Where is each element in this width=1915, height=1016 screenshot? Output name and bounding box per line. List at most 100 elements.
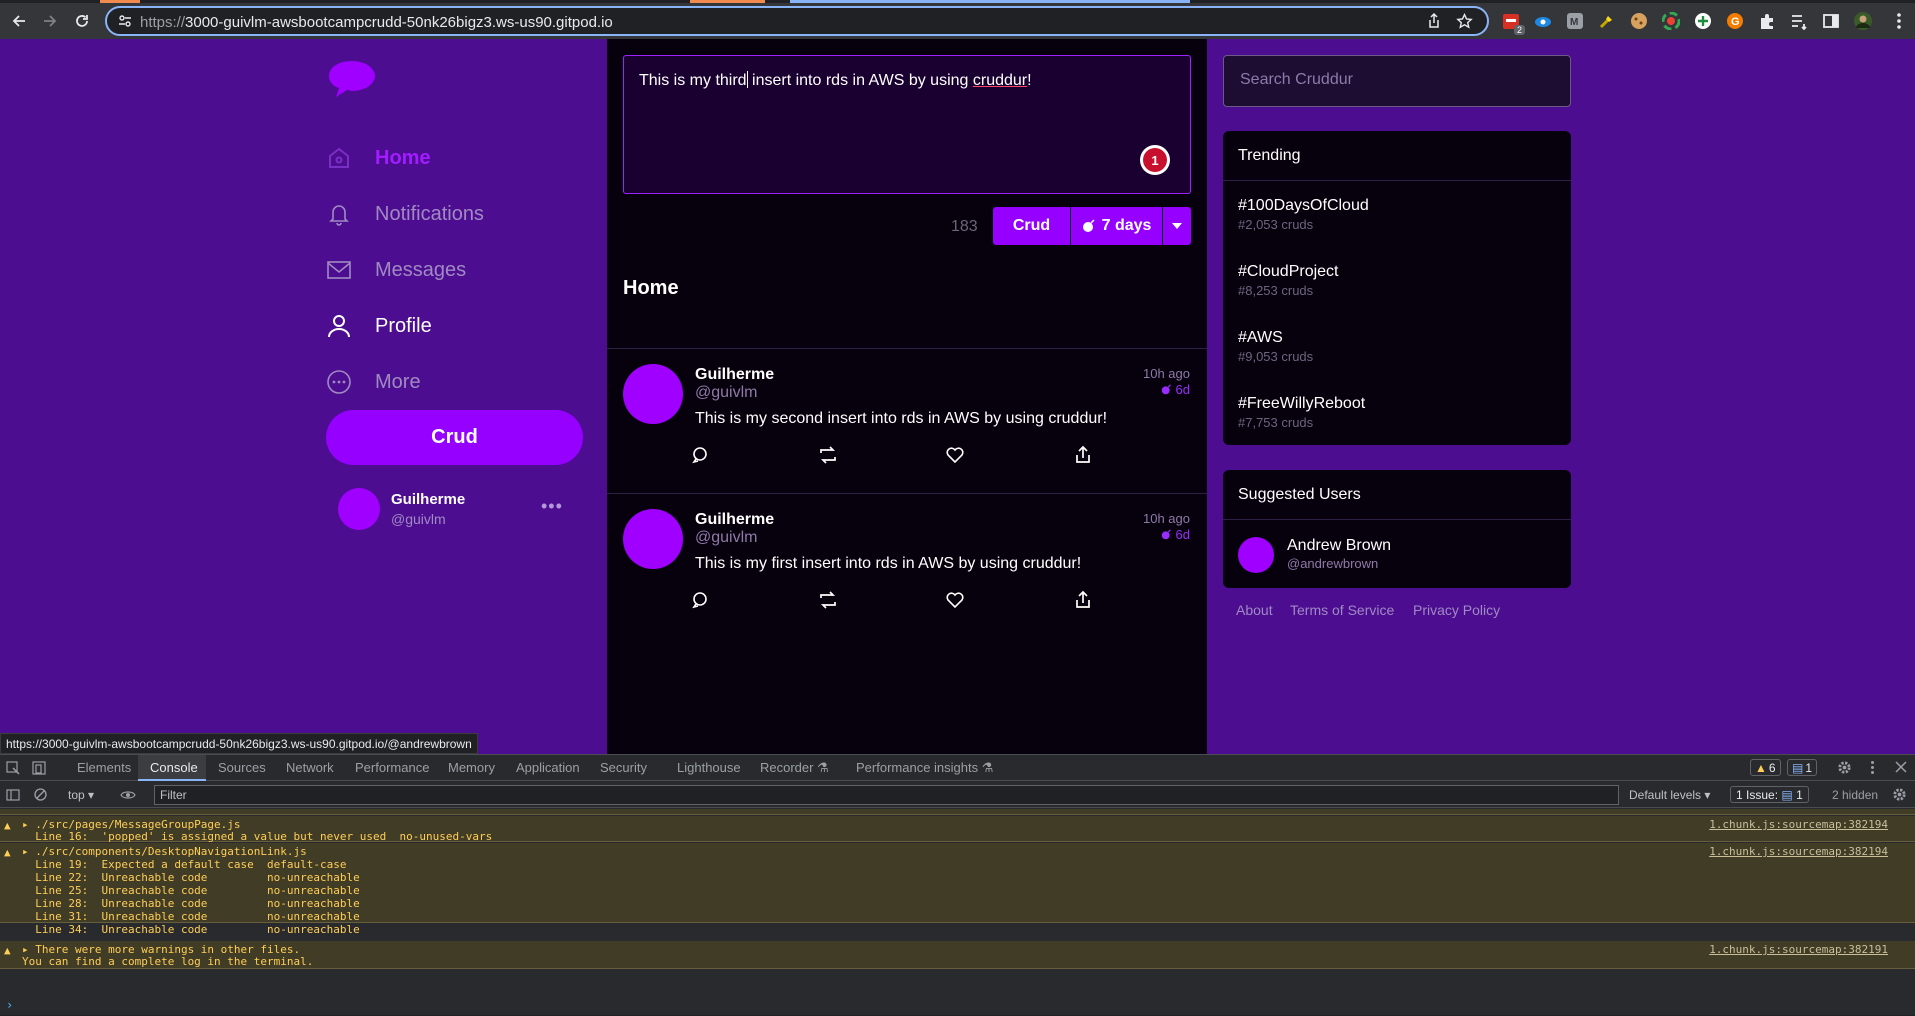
tab-elements[interactable]: Elements [77,760,131,775]
trending-tag[interactable]: #FreeWillyReboot [1238,395,1365,413]
cruddur-logo-icon[interactable] [327,59,377,99]
avatar[interactable] [1238,537,1274,573]
post-author-name[interactable]: Guilherme [695,511,774,529]
profile-avatar-icon[interactable] [1853,11,1873,31]
console-settings-gear-icon[interactable] [1892,787,1907,802]
source-link[interactable]: 1.chunk.js:sourcemap:382194 [1709,845,1888,858]
sidebar-toggle-icon[interactable] [6,789,20,801]
warnings-counter[interactable]: ▲ 6 [1750,759,1781,776]
post-author-name[interactable]: Guilherme [695,366,774,384]
tab-lighthouse[interactable]: Lighthouse [677,760,741,775]
reply-icon[interactable] [690,590,710,610]
bookmark-star-icon[interactable] [1456,13,1473,30]
sidebar-item-more[interactable]: More [325,362,421,402]
sidebar-item-notifications[interactable]: Notifications [325,194,484,234]
repost-icon[interactable] [818,445,838,465]
suggested-user-name[interactable]: Andrew Brown [1287,537,1391,555]
compose-textarea[interactable]: This is my third insert into rds in AWS … [623,55,1191,194]
tab-performance[interactable]: Performance [355,760,429,775]
footer-about-link[interactable]: About [1236,602,1273,618]
post-item[interactable]: Guilherme @guivlm 10h ago 6d This is my … [607,494,1207,639]
tab-network[interactable]: Network [286,760,334,775]
trending-tag[interactable]: #CloudProject [1238,263,1339,281]
extension-broom-icon[interactable] [1597,11,1617,31]
post-author-handle[interactable]: @guivlm [695,384,757,402]
tab-recorder[interactable]: Recorder ⚗ [760,760,829,776]
context-select[interactable]: top ▾ [68,788,94,802]
trending-tag[interactable]: #AWS [1238,329,1313,347]
post-author-handle[interactable]: @guivlm [695,529,757,547]
like-heart-icon[interactable] [945,445,965,465]
share-icon[interactable] [1073,590,1093,610]
console-prompt[interactable]: › [6,998,13,1012]
forward-icon[interactable] [38,9,62,33]
url-text[interactable]: https://3000-guivlm-awsbootcampcrudd-50n… [140,14,613,31]
console-warning[interactable]: ▲ ▸ ./src/pages/MessageGroupPage.js Line… [0,816,1915,843]
tab-application[interactable]: Application [516,760,580,775]
extensions-puzzle-icon[interactable] [1757,11,1777,31]
reload-icon[interactable] [70,9,94,33]
extension-plus-icon[interactable] [1693,11,1713,31]
compose-text[interactable]: This is my third insert into rds in AWS … [639,71,1032,90]
extension-calendar-icon[interactable]: 2 [1501,11,1525,35]
like-heart-icon[interactable] [945,590,965,610]
messages-counter[interactable]: ▤ 1 [1787,759,1818,776]
repost-icon[interactable] [818,590,838,610]
sidebar-item-messages[interactable]: Messages [325,250,466,290]
search-box[interactable] [1223,55,1571,107]
sidebar-item-profile[interactable]: Profile [325,306,432,346]
trending-tag[interactable]: #100DaysOfCloud [1238,197,1369,215]
device-toolbar-icon[interactable] [32,761,46,775]
footer-terms-link[interactable]: Terms of Service [1290,602,1394,618]
tab-performance-insights[interactable]: Performance insights ⚗ [856,760,993,776]
grammar-badge[interactable]: 1 [1140,145,1170,175]
trending-item[interactable]: #100DaysOfCloud #2,053 cruds [1238,197,1369,232]
sidebar-item-home[interactable]: Home [325,138,431,178]
trending-item[interactable]: #CloudProject #8,253 cruds [1238,263,1339,298]
source-link[interactable]: 1.chunk.js:sourcemap:382194 [1709,818,1888,831]
crud-button[interactable]: Crud [326,410,583,465]
log-levels-select[interactable]: Default levels ▾ [1629,788,1710,802]
avatar[interactable] [623,364,683,424]
console-warning[interactable]: ▲ ▸ There were more warnings in other fi… [0,941,1915,969]
settings-gear-icon[interactable] [1837,760,1852,775]
footer-privacy-link[interactable]: Privacy Policy [1413,602,1500,618]
extension-cookie-icon[interactable] [1629,11,1649,31]
share-icon[interactable] [1426,13,1442,29]
tab-sources[interactable]: Sources [218,760,266,775]
address-bar[interactable]: https://3000-guivlm-awsbootcampcrudd-50n… [105,6,1489,36]
console-warning[interactable]: ▲ ▸ ./src/components/DesktopNavigationLi… [0,843,1915,936]
browser-menu-icon[interactable] [1889,11,1909,31]
issues-button[interactable]: 1 Issue: ▤ 1 [1730,786,1809,803]
extension-m-icon[interactable]: M [1565,11,1585,31]
tab-security[interactable]: Security [600,760,647,775]
share-icon[interactable] [1073,445,1093,465]
clear-console-icon[interactable] [34,788,47,801]
reading-list-icon[interactable] [1789,11,1809,31]
crud-submit-button[interactable]: Crud [993,207,1070,245]
ttl-button[interactable]: 7 days [1071,207,1162,245]
reply-icon[interactable] [690,445,710,465]
search-input[interactable] [1240,71,1550,89]
trending-item[interactable]: #AWS #9,053 cruds [1238,329,1313,364]
extension-cloud-icon[interactable] [1533,11,1553,31]
avatar[interactable] [338,488,380,530]
inspect-element-icon[interactable] [6,761,20,775]
tab-memory[interactable]: Memory [448,760,495,775]
trending-item[interactable]: #FreeWillyReboot #7,753 cruds [1238,395,1365,430]
eye-icon[interactable] [120,789,136,801]
tune-icon[interactable] [118,14,132,28]
filter-input[interactable] [154,785,1619,805]
suggested-user-handle[interactable]: @andrewbrown [1287,556,1378,571]
post-item[interactable]: Guilherme @guivlm 10h ago 6d This is my … [607,349,1207,494]
side-panel-icon[interactable] [1821,11,1841,31]
avatar[interactable] [623,509,683,569]
source-link[interactable]: 1.chunk.js:sourcemap:382191 [1709,943,1888,956]
ttl-dropdown-button[interactable] [1163,207,1191,245]
back-icon[interactable] [7,9,31,33]
profile-menu-button[interactable]: ••• [541,496,563,517]
close-icon[interactable] [1895,761,1907,773]
tab-console[interactable]: Console [150,760,198,775]
extension-g-icon[interactable]: G [1725,11,1745,31]
devtools-menu-icon[interactable] [1870,760,1875,775]
